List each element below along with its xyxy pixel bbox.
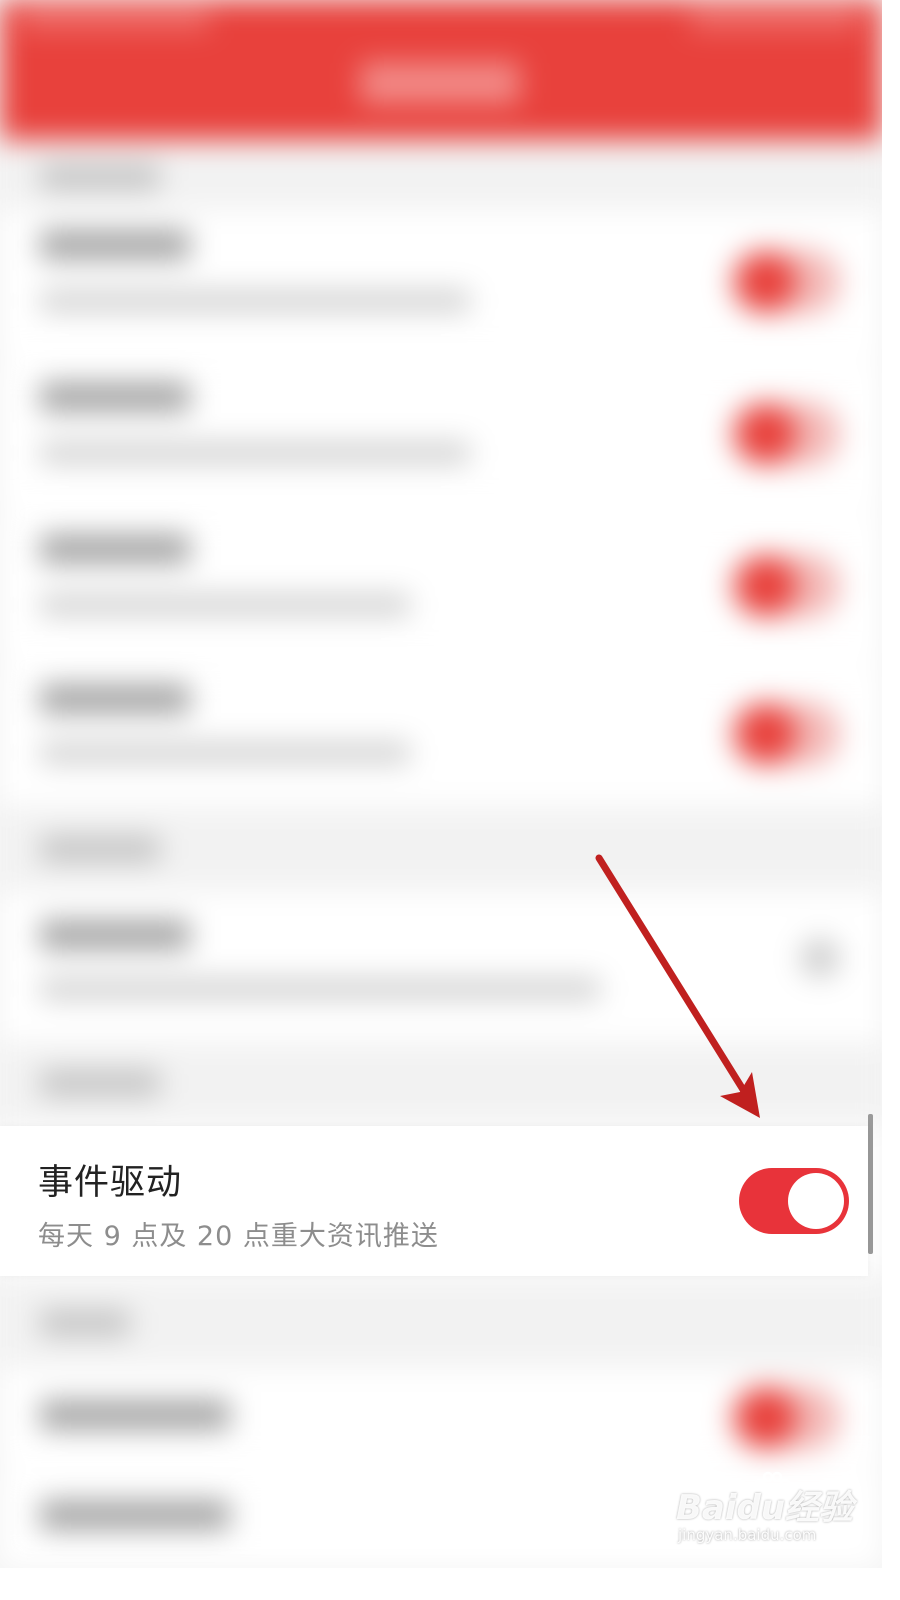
- watermark-logo: Baidu经验: [676, 1488, 854, 1528]
- settings-row-blurred[interactable]: [0, 1368, 882, 1468]
- toggle-blurred[interactable]: [730, 402, 840, 466]
- row-title-blurred: [40, 684, 190, 714]
- app-header: [0, 0, 882, 140]
- row-subtitle: 每天 9 点及 20 点重大资讯推送: [38, 1221, 439, 1252]
- section-header-text-blurred: [40, 836, 160, 862]
- toggle-blurred[interactable]: [730, 702, 840, 766]
- watermark: Baidu经验 jingyan.baidu.com: [676, 1470, 866, 1560]
- status-bar-right: [690, 8, 860, 30]
- section-header-blurred: [0, 806, 882, 892]
- row-title: 事件驱动: [38, 1163, 183, 1203]
- section-header-text-blurred: [40, 1070, 160, 1096]
- blurred-background: [0, 0, 882, 1568]
- toggle-knob: [788, 1173, 844, 1229]
- row-subtitle-blurred: [40, 742, 410, 764]
- screen: 事件驱动 每天 9 点及 20 点重大资讯推送 Baidu经验 jingyan.…: [0, 0, 882, 1568]
- chevron-right-icon: [800, 938, 840, 978]
- settings-row-blurred[interactable]: [0, 210, 882, 360]
- settings-row-event-driven[interactable]: 事件驱动 每天 9 点及 20 点重大资讯推送: [0, 1126, 868, 1276]
- row-title-blurred: [40, 230, 190, 260]
- row-title-blurred: [40, 1500, 230, 1530]
- scrollbar[interactable]: [868, 1114, 873, 1254]
- toggle-blurred[interactable]: [730, 554, 840, 618]
- row-title-blurred: [40, 534, 190, 564]
- event-driven-toggle[interactable]: [739, 1168, 849, 1234]
- settings-row-blurred[interactable]: [0, 892, 882, 1042]
- row-subtitle-blurred: [40, 442, 470, 464]
- row-subtitle-blurred: [40, 290, 470, 312]
- section-header-text-blurred: [40, 1310, 130, 1336]
- section-header-blurred: [0, 1042, 882, 1126]
- settings-row-blurred[interactable]: [0, 514, 882, 664]
- row-title-blurred: [40, 920, 190, 950]
- section-header-blurred: [0, 1276, 882, 1368]
- header-title-blurred: [360, 62, 520, 104]
- row-title-blurred: [40, 382, 190, 412]
- watermark-url: jingyan.baidu.com: [678, 1526, 817, 1544]
- row-subtitle-blurred: [40, 978, 600, 1000]
- row-subtitle-blurred: [40, 594, 410, 616]
- toggle-blurred[interactable]: [730, 1386, 840, 1450]
- row-title-blurred: [40, 1400, 230, 1430]
- settings-row-blurred[interactable]: [0, 362, 882, 512]
- toggle-blurred[interactable]: [730, 250, 840, 314]
- section-header-text-blurred: [40, 164, 160, 190]
- status-bar-left: [20, 8, 210, 30]
- section-header-blurred: [0, 140, 882, 210]
- settings-row-blurred[interactable]: [0, 666, 882, 806]
